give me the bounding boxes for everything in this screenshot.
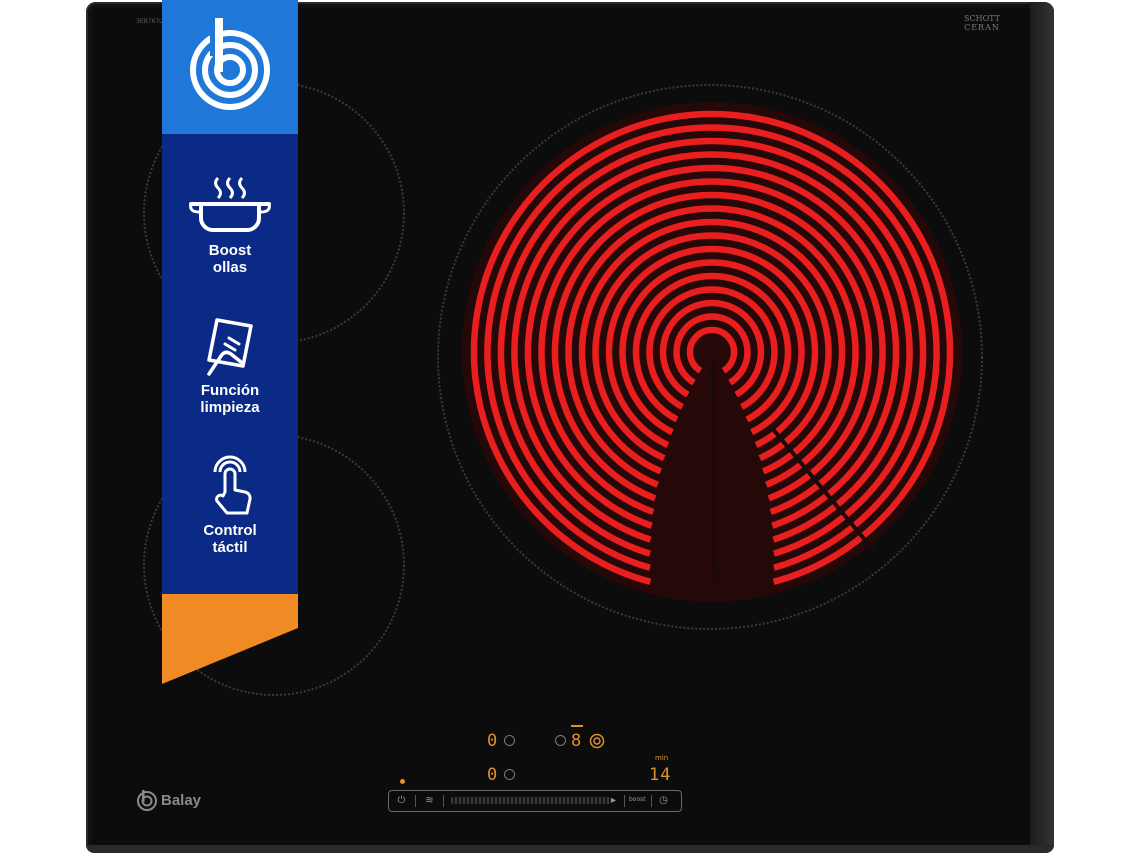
boost-button[interactable]: boost bbox=[629, 796, 646, 803]
banner-accent-ribbon bbox=[162, 594, 298, 684]
balay-brand-logo: Balay bbox=[136, 789, 201, 811]
touch-control-bar: ⏻ ≋ ◂ ▸ boost ◷ bbox=[388, 790, 682, 812]
separator bbox=[415, 795, 416, 807]
feature-list: Boost ollas Función limpieza Control táctil bbox=[162, 134, 298, 594]
display-rear-left: 0 bbox=[487, 731, 499, 751]
feature-control-tactil: Control táctil bbox=[162, 452, 298, 556]
zone-select-front-left[interactable] bbox=[504, 769, 515, 780]
pot-steam-icon bbox=[189, 176, 271, 232]
touch-finger-icon bbox=[213, 455, 252, 515]
dual-zone-icon[interactable] bbox=[589, 733, 605, 749]
balay-logo-icon bbox=[190, 18, 270, 110]
balay-logo-badge bbox=[162, 0, 298, 134]
separator bbox=[624, 795, 625, 807]
keep-warm-indicator bbox=[571, 725, 583, 727]
heating-glow bbox=[462, 102, 962, 602]
power-indicator-led bbox=[400, 779, 405, 784]
balay-logo-icon bbox=[137, 790, 157, 811]
power-button[interactable]: ⏻ bbox=[395, 794, 408, 807]
power-slider[interactable] bbox=[451, 797, 611, 804]
slider-next-button[interactable]: ▸ bbox=[607, 794, 620, 807]
timer-unit: min bbox=[655, 754, 669, 762]
clean-function-button[interactable]: ≋ bbox=[423, 794, 436, 807]
timer-display: 14 bbox=[649, 765, 672, 785]
separator bbox=[443, 795, 444, 807]
feature-boost-ollas: Boost ollas bbox=[162, 174, 298, 276]
feature-banner: Boost ollas Función limpieza Control táctil bbox=[162, 0, 298, 684]
display-main: 8 bbox=[571, 731, 583, 751]
timer-button[interactable]: ◷ bbox=[657, 794, 670, 807]
cleaning-cloth-hand-icon bbox=[207, 318, 253, 376]
zone-select-rear-left[interactable] bbox=[504, 735, 515, 746]
heating-element bbox=[462, 102, 962, 602]
display-front-left: 0 bbox=[487, 765, 499, 785]
feature-funcion-limpieza: Función limpieza bbox=[162, 314, 298, 416]
zone-select-right[interactable] bbox=[555, 735, 566, 746]
separator bbox=[651, 795, 652, 807]
